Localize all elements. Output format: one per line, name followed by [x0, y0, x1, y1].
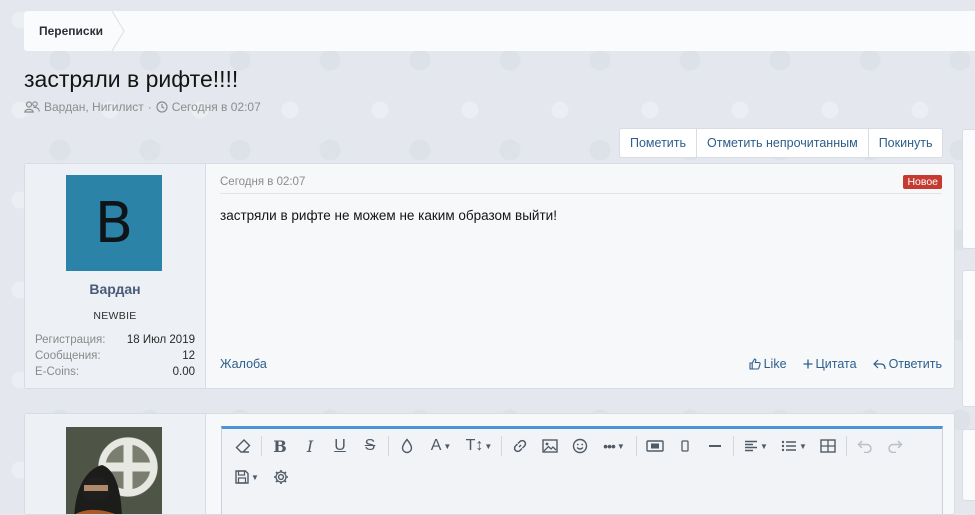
page-title: застряли в рифте!!!! [24, 66, 239, 92]
spoiler-icon[interactable] [670, 431, 700, 461]
post-content: Сегодня в 02:07 Новое застряли в рифте н… [220, 164, 942, 388]
more-icon[interactable]: ••• ▼ [595, 431, 633, 461]
sidebar-widget-edge [962, 129, 975, 249]
bold-icon[interactable]: B [265, 431, 295, 461]
editor-toolbar-row-1: B I U S A ▼ T↕ ▼ ••• ▼ ▼ ▼ [228, 431, 910, 461]
post-actions: Like Цитата Ответить [749, 357, 942, 371]
reply-user-info [25, 414, 206, 514]
toolbar-separator [733, 436, 734, 456]
new-badge: Новое [903, 175, 942, 189]
report-link[interactable]: Жалоба [220, 357, 267, 371]
toolbar-separator [846, 436, 847, 456]
current-user-avatar[interactable] [66, 427, 162, 514]
breadcrumb: Переписки [24, 11, 975, 51]
quick-reply: B I U S A ▼ T↕ ▼ ••• ▼ ▼ ▼ ▼ [24, 413, 955, 515]
post-user-info: В Вардан NEWBIE Регистрация: 18 Июл 2019… [25, 164, 206, 388]
toolbar-separator [501, 436, 502, 456]
toolbar-separator [388, 436, 389, 456]
link-icon[interactable] [505, 431, 535, 461]
breadcrumb-item-conversations[interactable]: Переписки [24, 11, 117, 51]
text-color-icon[interactable] [392, 431, 422, 461]
horizontal-rule-icon[interactable] [700, 431, 730, 461]
sidebar-widget-edge [962, 270, 975, 407]
user-stat-messages: Сообщения: 12 [35, 348, 195, 364]
thumbs-up-icon [749, 358, 761, 370]
strikethrough-icon[interactable]: S [355, 431, 385, 461]
thread-meta: Вардан, Нигилист · Сегодня в 02:07 [24, 100, 261, 114]
thread-actions: Пометить Отметить непрочитанным Покинуть [619, 128, 944, 158]
undo-icon[interactable] [850, 431, 880, 461]
font-family-icon[interactable]: A ▼ [422, 431, 460, 461]
toolbar-separator [261, 436, 262, 456]
italic-icon[interactable]: I [295, 431, 325, 461]
settings-icon[interactable] [266, 462, 296, 492]
stat-value: 12 [182, 350, 195, 362]
stat-label: E-Coins: [35, 366, 80, 378]
thread-date[interactable]: Сегодня в 02:07 [172, 100, 261, 114]
avatar[interactable]: В [66, 175, 162, 271]
like-label: Like [763, 357, 787, 371]
stat-value: 0.00 [172, 366, 195, 378]
reply-arrow-icon [872, 359, 886, 369]
quote-button[interactable]: Цитата [803, 357, 857, 371]
align-icon[interactable]: ▼ [737, 431, 775, 461]
media-icon[interactable] [640, 431, 670, 461]
plus-icon [803, 359, 813, 369]
table-icon[interactable] [813, 431, 843, 461]
post-text: застряли в рифте не можем не каким образ… [220, 208, 557, 223]
mark-button[interactable]: Пометить [620, 129, 698, 157]
user-stats: Регистрация: 18 Июл 2019 Сообщения: 12 E… [35, 332, 195, 380]
reply-label: Ответить [888, 357, 942, 371]
leave-button[interactable]: Покинуть [869, 129, 943, 157]
stat-label: Сообщения: [35, 350, 101, 362]
post-date[interactable]: Сегодня в 02:07 [220, 176, 305, 188]
eraser-icon[interactable] [228, 431, 258, 461]
drafts-icon[interactable]: ▼ [228, 462, 266, 492]
user-stat-registration: Регистрация: 18 Июл 2019 [35, 332, 195, 348]
toolbar-separator [636, 436, 637, 456]
user-title: NEWBIE [93, 310, 137, 322]
users-icon [24, 101, 40, 113]
breadcrumb-separator-icon [111, 11, 125, 51]
username[interactable]: Вардан [25, 281, 205, 297]
quote-label: Цитата [815, 357, 857, 371]
image-icon[interactable] [535, 431, 565, 461]
editor-toolbar-row-2: ▼ [228, 462, 296, 492]
emoji-icon[interactable] [565, 431, 595, 461]
thread-participants[interactable]: Вардан, Нигилист [44, 100, 144, 114]
message-post: В Вардан NEWBIE Регистрация: 18 Июл 2019… [24, 163, 955, 389]
stat-label: Регистрация: [35, 334, 106, 346]
user-stat-ecoins: E-Coins: 0.00 [35, 364, 195, 380]
stat-value: 18 Июл 2019 [126, 334, 195, 346]
underline-icon[interactable]: U [325, 431, 355, 461]
meta-separator: · [147, 100, 152, 114]
clock-icon [156, 101, 168, 113]
redo-icon[interactable] [880, 431, 910, 461]
post-divider [220, 193, 942, 194]
mark-unread-button[interactable]: Отметить непрочитанным [697, 129, 869, 157]
sidebar-widget-edge [962, 429, 975, 501]
message-editor[interactable]: B I U S A ▼ T↕ ▼ ••• ▼ ▼ ▼ ▼ [221, 426, 943, 514]
list-icon[interactable]: ▼ [775, 431, 813, 461]
font-size-icon[interactable]: T↕ ▼ [460, 431, 498, 461]
reply-button[interactable]: Ответить [872, 357, 942, 371]
like-button[interactable]: Like [749, 357, 787, 371]
